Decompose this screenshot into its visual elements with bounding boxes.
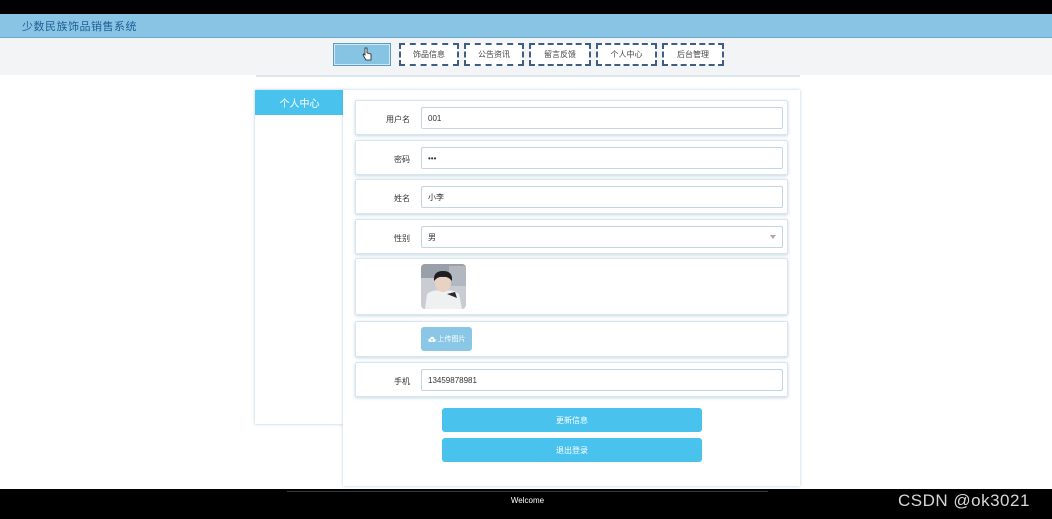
hand-cursor-icon <box>362 47 372 61</box>
form-row-name: 姓名 小李 <box>355 179 788 214</box>
upload-button[interactable]: 上传图片 <box>421 327 472 351</box>
form-row-password: 密码 ••• <box>355 140 788 175</box>
nav-divider <box>256 75 800 77</box>
nav-item-admin-label: 后台管理 <box>677 50 709 59</box>
footer-welcome: Welcome <box>510 496 545 505</box>
form-row-photo <box>355 258 788 315</box>
footer-line <box>287 491 768 492</box>
gender-select[interactable]: 男 <box>421 226 783 248</box>
gender-label: 性别 <box>394 234 410 243</box>
nav-item-home[interactable]: 首页 <box>333 43 391 66</box>
site-title: 少数民族饰品销售系统 <box>22 21 137 33</box>
window-top-bar <box>0 0 1052 14</box>
nav-item-feedback[interactable]: 留言反馈 <box>529 43 591 66</box>
sidebar-title: 个人中心 <box>279 99 320 110</box>
nav-item-news[interactable]: 公告资讯 <box>464 43 524 66</box>
nav-item-news-label: 公告资讯 <box>478 50 510 59</box>
chevron-down-icon <box>770 235 776 239</box>
phone-input[interactable]: 13459878981 <box>421 369 783 391</box>
avatar-image <box>421 264 466 309</box>
nav-bar: 首页 饰品信息 公告资讯 留言反馈 个人中心 后台管理 <box>0 38 1052 75</box>
form-row-gender: 性别 男 <box>355 219 788 254</box>
username-input[interactable]: 001 <box>421 107 783 129</box>
site-header: 少数民族饰品销售系统 <box>0 14 1052 38</box>
form-row-upload: 上传图片 <box>355 321 788 357</box>
password-input[interactable]: ••• <box>421 147 783 169</box>
username-label: 用户名 <box>386 115 410 124</box>
cloud-upload-icon <box>427 336 436 342</box>
password-value: ••• <box>428 153 437 163</box>
username-value: 001 <box>428 113 442 123</box>
nav-item-profile[interactable]: 个人中心 <box>596 43 657 66</box>
update-button[interactable]: 更新信息 <box>442 408 702 432</box>
sidebar-item-profile[interactable]: 个人中心 <box>255 90 344 115</box>
phone-value: 13459878981 <box>428 375 477 385</box>
nav-item-admin[interactable]: 后台管理 <box>662 43 724 66</box>
sidebar: 个人中心 <box>255 90 344 424</box>
csdn-watermark: CSDN @ok3021 <box>898 491 1030 510</box>
name-label: 姓名 <box>394 194 410 203</box>
name-value: 小李 <box>428 192 444 202</box>
upload-button-label: 上传图片 <box>437 336 466 343</box>
avatar <box>421 264 466 309</box>
nav-item-profile-label: 个人中心 <box>610 50 643 59</box>
name-input[interactable]: 小李 <box>421 186 783 208</box>
update-button-label: 更新信息 <box>556 415 588 425</box>
password-label: 密码 <box>394 155 410 164</box>
logout-button-label: 退出登录 <box>556 445 588 455</box>
nav-item-jewelry-label: 饰品信息 <box>413 50 445 59</box>
gender-value: 男 <box>428 232 436 242</box>
form-row-phone: 手机 13459878981 <box>355 362 788 397</box>
form-row-username: 用户名 001 <box>355 100 788 135</box>
logout-button[interactable]: 退出登录 <box>442 438 702 462</box>
phone-label: 手机 <box>394 377 410 386</box>
nav-item-jewelry[interactable]: 饰品信息 <box>399 43 459 66</box>
nav-item-feedback-label: 留言反馈 <box>544 50 576 59</box>
